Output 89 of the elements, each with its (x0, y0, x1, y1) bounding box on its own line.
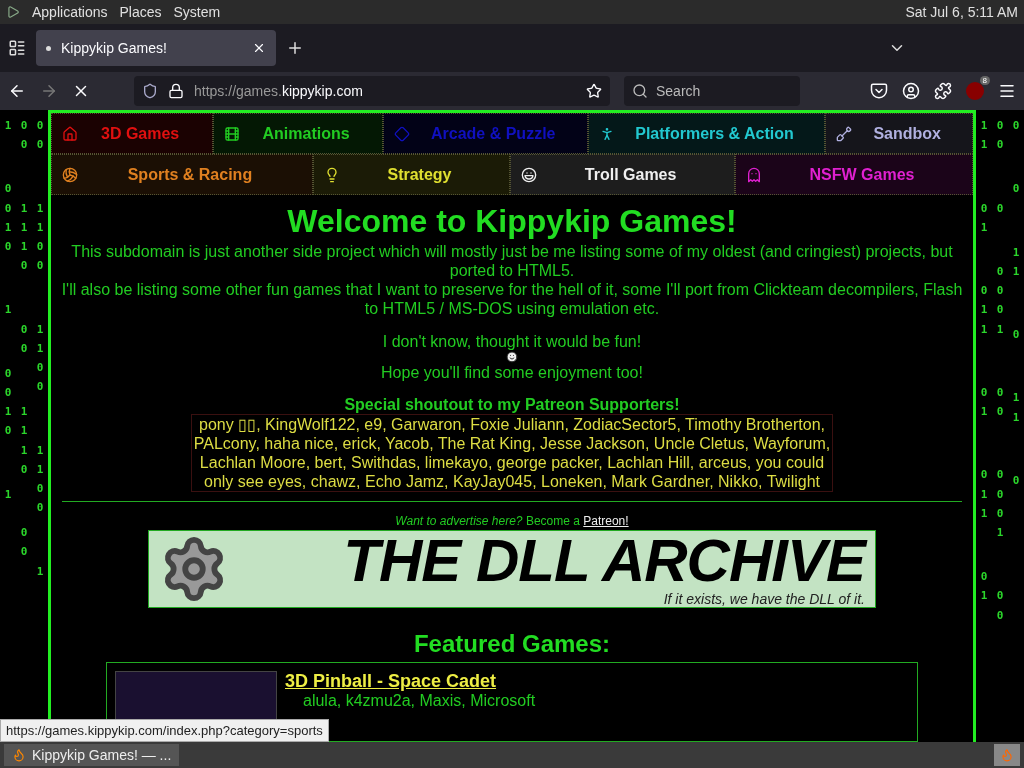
clock: Sat Jul 6, 5:11 AM (905, 4, 1018, 20)
matrix-digits: 011 (980, 283, 988, 338)
shoutout-heading: Special shoutout to my Patreon Supporters! (344, 396, 680, 414)
lock-icon (168, 83, 184, 99)
extension-badge: 8 (979, 76, 990, 85)
matrix-digits: 0 (1012, 118, 1020, 134)
game-title-link[interactable]: 3D Pinball - Space Cadet (285, 671, 536, 692)
shield-icon[interactable] (142, 83, 158, 99)
category-link[interactable]: Platformers & Action (587, 113, 826, 154)
matrix-digits: 00 (996, 118, 1004, 154)
matrix-digits: 00 (20, 118, 28, 154)
play-icon[interactable] (6, 5, 20, 19)
category-link[interactable]: 3D Games (51, 113, 214, 154)
banner-tagline: If it exists, we have the DLL of it. (663, 591, 865, 607)
matrix-digits: 00 (996, 588, 1004, 624)
matrix-digits: 0001 (996, 263, 1004, 338)
url-field[interactable]: https://games.kippykip.com (134, 76, 610, 106)
account-icon[interactable] (902, 82, 920, 100)
matrix-digits: 1 (4, 302, 12, 319)
star-icon[interactable] (586, 83, 602, 99)
matrix-digits: 1100 (36, 200, 44, 275)
close-icon[interactable] (252, 41, 266, 55)
matrix-digits: 00 (20, 525, 28, 561)
supporters-list: pony ▯▯, KingWolf122, e9, Garwaron, Foxie Juliann, ZodiacSector5, Timothy Brotherton, PALcony, haha nice, erick, Yacob, The Rat King, Jesse Jackson, Uncle Cletus, Wayforum, Lachlan Moore, bert, Swithdas, limekayo, george packer, Lachlan Hill, arceus, you could only see eyes, chawz, Echo Jamz, KayJay045, Loneken, Mark Gardner, Nikko, Twilight (191, 414, 833, 492)
search-field[interactable]: Search (624, 76, 800, 106)
matrix-digits: 0010 (4, 181, 12, 255)
game-credits: alula, k4zmu2a, Maxis, Microsoft (302, 692, 536, 710)
matrix-digits: 0 (996, 200, 1004, 217)
ghost-icon (746, 166, 763, 183)
forward-icon[interactable] (40, 82, 58, 100)
back-icon[interactable] (8, 82, 26, 100)
diamond-icon (393, 125, 410, 142)
category-link[interactable]: NSFW Games (735, 154, 973, 195)
matrix-digits: 11 (1012, 390, 1020, 426)
matrix-digits: 01 (980, 384, 988, 420)
patreon-link[interactable]: Patreon! (583, 514, 629, 528)
matrix-digits: 0 (1012, 181, 1020, 198)
matrix-digits: 1 (4, 118, 12, 134)
advert-prompt: Want to advertise here? Become a Patreon! (395, 514, 629, 528)
menu-icon[interactable] (998, 82, 1016, 100)
matrix-digits: 0001 (996, 467, 1004, 541)
category-link[interactable]: Troll Games (510, 154, 736, 195)
house-icon (62, 125, 78, 142)
panel-menu[interactable]: System (173, 4, 221, 20)
advert-banner[interactable]: THE DLL ARCHIVE If it exists, we have the DLL of it. (148, 530, 876, 608)
intro-paragraph: This subdomain is just another side project which will mostly just be me listing some of my oldest (and cringiest) projects, but ported to HTML5. (70, 242, 954, 280)
new-tab-icon[interactable] (286, 39, 304, 57)
panel-menu[interactable]: Applications (32, 4, 108, 20)
matrix-digits: 1 (4, 486, 12, 503)
film-icon (224, 125, 241, 142)
pocket-icon[interactable] (870, 82, 888, 100)
tabs-list-icon[interactable] (8, 39, 26, 57)
shovel-icon (836, 125, 853, 142)
matrix-digits: 011 (980, 467, 988, 522)
category-link[interactable]: Sports & Racing (51, 154, 313, 195)
category-link[interactable]: Strategy (312, 154, 511, 195)
matrix-digits: 00 (20, 321, 28, 357)
matrix-digits: 0010 (4, 365, 12, 440)
matrix-digits: 11 (1012, 244, 1020, 280)
enjoy-line: Hope you'll find some enjoyment too! (380, 362, 644, 382)
browser-tab[interactable]: Kippykip Games! (36, 30, 276, 66)
matrix-digits: 1100 (36, 442, 44, 517)
matrix-digits: 1110 (20, 404, 28, 478)
flame-icon (12, 748, 26, 762)
intro-paragraph: I'll also be listing some other fun games that I want to preserve for the hell of it, some I'll port from Clickteam decompilers, Flash to HTML5 / MS-DOS using emulation etc. (60, 280, 964, 318)
matrix-digits: 0 (1012, 472, 1020, 489)
page-title: Welcome to Kippykip Games! (287, 203, 737, 240)
matrix-digits: 00 (996, 384, 1004, 420)
matrix-digits: 1100 (36, 321, 44, 396)
category-link[interactable]: Sandbox (825, 113, 973, 154)
puzzle-icon[interactable] (934, 82, 952, 100)
smiley-icon (504, 351, 520, 363)
matrix-digits: 11 (980, 118, 988, 154)
matrix-digits: 1 (36, 563, 44, 580)
matrix-digits: 01 (980, 569, 988, 605)
laughing-face-icon (521, 166, 538, 183)
matrix-digits: 0 (1012, 327, 1020, 343)
matrix-digits: 00 (36, 118, 44, 154)
matrix-digits: 01 (980, 200, 988, 236)
ball-icon (62, 166, 78, 183)
fun-line: I don't know, thought it would be fun! (381, 332, 643, 352)
featured-heading: Featured Games: (413, 630, 611, 658)
search-icon (632, 83, 648, 99)
panel-menu[interactable]: Places (119, 4, 162, 20)
status-url-tooltip: https://games.kippykip.com/index.php?category=sports (0, 719, 329, 742)
category-link[interactable]: Animations (213, 113, 383, 154)
matrix-digits: 1110 (20, 200, 28, 275)
loading-dot-icon (46, 45, 51, 51)
taskbar-window-button[interactable]: Kippykip Games! — ... (4, 744, 180, 766)
